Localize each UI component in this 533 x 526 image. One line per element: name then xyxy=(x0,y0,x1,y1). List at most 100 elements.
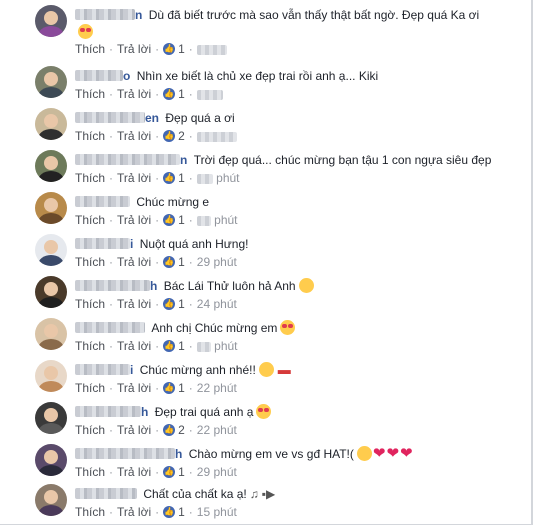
comment-body: o Nhìn xe biết là chủ xe đẹp trai rồi an… xyxy=(75,66,378,84)
commenter-name[interactable]: h xyxy=(150,279,157,293)
timestamp[interactable]: phút xyxy=(214,213,237,227)
like-link[interactable]: Thích xyxy=(75,129,105,143)
like-count[interactable]: 2 xyxy=(178,129,185,143)
like-count[interactable]: 1 xyxy=(178,87,185,101)
timestamp[interactable]: phút xyxy=(216,171,239,185)
avatar[interactable] xyxy=(35,108,67,140)
commenter-name-redacted[interactable] xyxy=(75,154,180,166)
comment-text: Chào mừng em ve vs gđ HAT!( xyxy=(188,446,354,461)
comment-item: h Bác Lái Thử luôn hả Anh Thích · Trả lời ·… xyxy=(0,276,531,318)
timestamp[interactable]: 29 phút xyxy=(197,255,237,269)
like-icon xyxy=(163,213,176,227)
timestamp[interactable]: 22 phút xyxy=(197,381,237,395)
like-icon xyxy=(163,297,176,311)
like-link[interactable]: Thích xyxy=(75,339,105,353)
reply-link[interactable]: Trả lời xyxy=(117,423,151,437)
comment-actions: Thích·Trả lời·1· phút xyxy=(75,213,238,227)
reply-link[interactable]: Trả lời xyxy=(117,42,151,56)
comment-item: Chúc mừng e Thích·Trả lời·1· phút xyxy=(0,192,531,234)
avatar[interactable] xyxy=(35,402,67,434)
timestamp[interactable]: 24 phút xyxy=(197,297,237,311)
like-count[interactable]: 1 xyxy=(178,381,185,395)
comment-body: i Nuột quá anh Hưng! xyxy=(75,234,248,252)
commenter-name-redacted[interactable] xyxy=(75,448,175,460)
avatar[interactable] xyxy=(35,276,67,308)
avatar[interactable] xyxy=(35,444,67,476)
commenter-name-redacted[interactable] xyxy=(75,488,137,500)
like-link[interactable]: Thích xyxy=(75,87,105,101)
commenter-name[interactable]: i xyxy=(130,363,133,377)
like-link[interactable]: Thích xyxy=(75,171,105,185)
reply-link[interactable]: Trả lời xyxy=(117,87,151,101)
like-link[interactable]: Thích xyxy=(75,381,105,395)
comment-item: n Trời đẹp quá... chúc mừng bạn tậu 1 co… xyxy=(0,150,531,192)
timestamp-redacted xyxy=(196,341,211,352)
commenter-name-redacted[interactable] xyxy=(75,9,135,21)
avatar[interactable] xyxy=(35,360,67,392)
reply-link[interactable]: Trả lời xyxy=(117,255,151,269)
commenter-name[interactable]: h xyxy=(175,447,182,461)
reply-link[interactable]: Trả lời xyxy=(117,213,151,227)
commenter-name[interactable]: n xyxy=(135,8,142,22)
comment-item: h Đẹp trai quá anh ạ Thích·Trả lời·2·22 … xyxy=(0,402,531,444)
commenter-name-redacted[interactable] xyxy=(75,406,141,418)
like-count[interactable]: 1 xyxy=(178,171,185,185)
like-count[interactable]: 2 xyxy=(178,423,185,437)
avatar[interactable] xyxy=(35,484,67,516)
commenter-name-redacted[interactable] xyxy=(75,238,130,250)
commenter-name-redacted[interactable] xyxy=(75,196,130,208)
commenter-name[interactable]: h xyxy=(141,405,148,419)
timestamp[interactable]: 15 phút xyxy=(197,505,237,519)
timestamp[interactable]: 29 phút xyxy=(197,465,237,479)
like-icon xyxy=(163,42,176,56)
avatar[interactable] xyxy=(35,66,67,98)
avatar[interactable] xyxy=(35,234,67,266)
timestamp[interactable]: phút xyxy=(214,339,237,353)
like-link[interactable]: Thích xyxy=(75,42,105,56)
commenter-name-redacted[interactable] xyxy=(75,112,145,124)
commenter-name[interactable]: en xyxy=(145,111,159,125)
like-count[interactable]: 1 xyxy=(178,339,185,353)
commenter-name[interactable]: n xyxy=(180,153,187,167)
reply-link[interactable]: Trả lời xyxy=(117,465,151,479)
comment-actions: Thích·Trả lời·1·15 phút xyxy=(75,505,237,519)
like-link[interactable]: Thích xyxy=(75,255,105,269)
heart-icon: ❤ xyxy=(386,444,400,462)
like-icon xyxy=(163,381,176,395)
like-link[interactable]: Thích xyxy=(75,505,105,519)
reply-link[interactable]: Trả lời xyxy=(117,381,151,395)
like-count[interactable]: 1 xyxy=(178,297,185,311)
commenter-name-redacted[interactable] xyxy=(75,364,130,376)
commenter-name-redacted[interactable] xyxy=(75,280,150,292)
avatar[interactable] xyxy=(35,5,67,37)
comment-text: Anh chị Chúc mừng em xyxy=(151,320,278,335)
like-count[interactable]: 1 xyxy=(178,505,185,519)
avatar[interactable] xyxy=(35,150,67,182)
like-link[interactable]: Thích xyxy=(75,297,105,311)
commenter-name-redacted[interactable] xyxy=(75,322,145,334)
avatar[interactable] xyxy=(35,192,67,224)
timestamp[interactable]: 22 phút xyxy=(197,423,237,437)
comment-body: Anh chị Chúc mừng em xyxy=(75,318,296,336)
reply-link[interactable]: Trả lời xyxy=(117,129,151,143)
like-count[interactable]: 1 xyxy=(178,42,185,56)
reply-link[interactable]: Trả lời xyxy=(117,297,151,311)
commenter-name-redacted[interactable] xyxy=(75,70,123,82)
commenter-name[interactable]: o xyxy=(123,69,130,83)
like-link[interactable]: Thích xyxy=(75,423,105,437)
like-link[interactable]: Thích xyxy=(75,465,105,479)
comment-actions: Thích·Trả lời·1· xyxy=(75,42,227,56)
avatar[interactable] xyxy=(35,318,67,350)
reply-link[interactable]: Trả lời xyxy=(117,339,151,353)
kissing-face-emoji-icon xyxy=(298,278,314,294)
commenter-name[interactable]: i xyxy=(130,237,133,251)
comment-item: i Nuột quá anh Hưng! Thích·Trả lời·1·29 … xyxy=(0,234,531,276)
like-link[interactable]: Thích xyxy=(75,213,105,227)
comment-body: n Trời đẹp quá... chúc mừng bạn tậu 1 co… xyxy=(75,150,491,168)
like-count[interactable]: 1 xyxy=(178,255,185,269)
like-count[interactable]: 1 xyxy=(178,465,185,479)
reply-link[interactable]: Trả lời xyxy=(117,505,151,519)
hugging-face-emoji-icon xyxy=(258,362,274,378)
reply-link[interactable]: Trả lời xyxy=(117,171,151,185)
like-count[interactable]: 1 xyxy=(178,213,185,227)
